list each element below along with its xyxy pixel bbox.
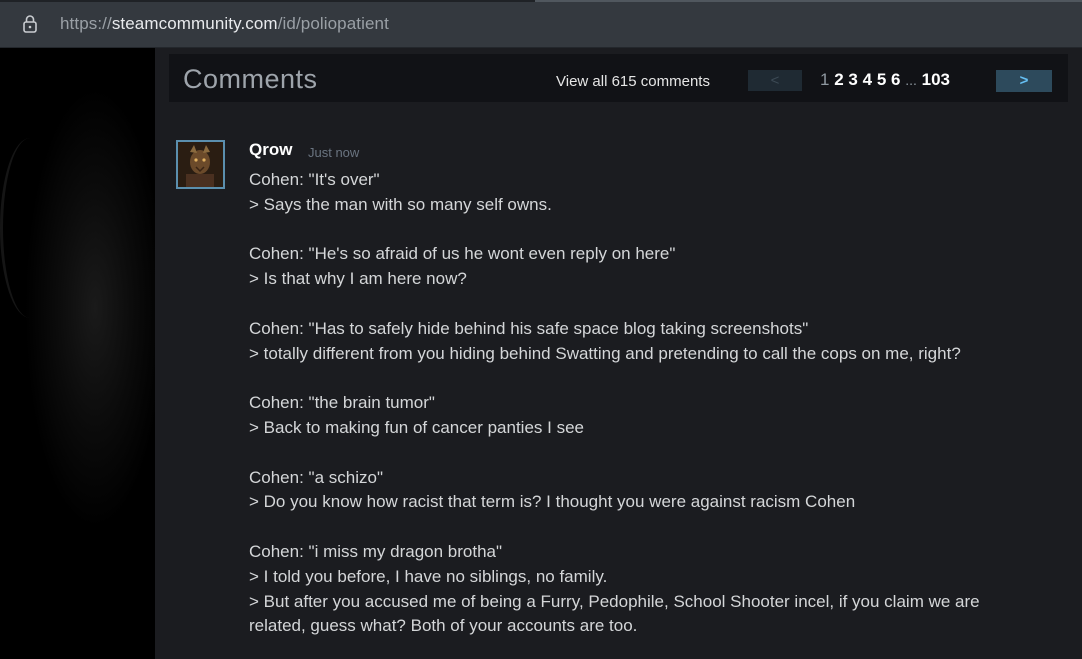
- comment-line: > But after you accused me of being a Fu…: [249, 591, 980, 611]
- url-field[interactable]: https://steamcommunity.com/id/poliopatie…: [60, 14, 389, 34]
- comment-line: Cohen: "He's so afraid of us he wont eve…: [249, 244, 676, 264]
- page-link-last[interactable]: 103: [922, 70, 950, 89]
- comment-line: > Says the man with so many self owns.: [249, 194, 552, 214]
- comment-author[interactable]: Qrow: [249, 140, 292, 160]
- tab-strip-edge-right: [535, 0, 1082, 2]
- lock-icon[interactable]: [22, 14, 38, 34]
- comment-line-gap: [249, 292, 1069, 317]
- browser-address-bar: https://steamcommunity.com/id/poliopatie…: [0, 0, 1082, 48]
- comment-line: > totally different from you hiding behi…: [249, 343, 961, 363]
- comments-header: Comments View all 615 comments < 1 2 3 4…: [169, 54, 1068, 102]
- comment-line-gap: [249, 441, 1069, 466]
- page-link-6[interactable]: 6: [891, 70, 900, 89]
- comment-line: Cohen: "Has to safely hide behind his sa…: [249, 318, 809, 338]
- page-link-2[interactable]: 2: [834, 70, 843, 89]
- avatar[interactable]: [176, 140, 225, 189]
- next-page-button[interactable]: >: [996, 70, 1052, 92]
- prev-page-button[interactable]: <: [748, 70, 802, 91]
- comments-panel: Comments View all 615 comments < 1 2 3 4…: [155, 48, 1082, 659]
- comment-line: > Do you know how racist that term is? I…: [249, 492, 856, 512]
- comment-line-gap: [249, 218, 1069, 243]
- comments-title: Comments: [183, 64, 318, 94]
- url-scheme: https://: [60, 14, 112, 33]
- comment-line: > I told you before, I have no siblings,…: [249, 566, 608, 586]
- comment-line: Cohen: "i miss my dragon brotha": [249, 541, 503, 561]
- comment-line: Cohen: "a schizo": [249, 467, 383, 487]
- page-link-4[interactable]: 4: [863, 70, 872, 89]
- avatar-image: [178, 142, 223, 187]
- comment-line: > Is that why I am here now?: [249, 269, 467, 289]
- url-host: steamcommunity.com: [111, 14, 278, 33]
- background-art-arc: [0, 138, 60, 318]
- comment-line-gap: [249, 366, 1069, 391]
- profile-background-art: [0, 48, 155, 659]
- comment-line: Cohen: "It's over": [249, 170, 380, 189]
- page-ellipsis: ...: [905, 72, 917, 88]
- pagination: 1 2 3 4 5 6 ... 103: [820, 70, 950, 90]
- comment-line-gap: [249, 515, 1069, 540]
- page-link-5[interactable]: 5: [877, 70, 886, 89]
- page-link-3[interactable]: 3: [848, 70, 857, 89]
- url-path: /id/poliopatient: [277, 14, 389, 33]
- comment-line: Cohen: "the brain tumor": [249, 393, 435, 413]
- comment-line: > Back to making fun of cancer panties I…: [249, 417, 584, 437]
- comment-line: related, guess what? Both of your accoun…: [249, 616, 638, 636]
- page-current: 1: [820, 70, 830, 89]
- tab-strip-edge: [0, 0, 535, 2]
- comment-timestamp: Just now: [308, 145, 360, 160]
- view-all-comments-link[interactable]: View all 615 comments: [556, 73, 710, 90]
- comment-text: Cohen: "It's over" > Says the man with so…: [249, 168, 1069, 639]
